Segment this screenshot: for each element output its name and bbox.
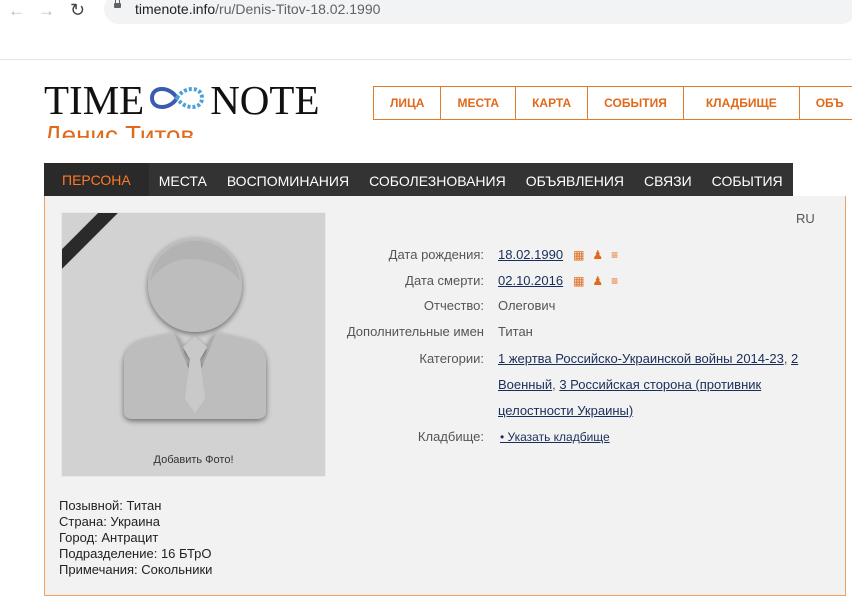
- set-cemetery-link[interactable]: • Указать кладбище: [500, 430, 610, 444]
- tab-places[interactable]: МЕСТА: [149, 163, 217, 196]
- tab-announcements[interactable]: ОБЪЯВЛЕНИЯ: [516, 163, 634, 196]
- top-menu-item-events[interactable]: СОБЫТИЯ: [588, 87, 684, 119]
- page-title: Денис Титов: [44, 122, 195, 138]
- lock-icon: [114, 0, 121, 8]
- cemetery-label: Кладбище:: [417, 429, 484, 444]
- top-menu-item-map[interactable]: КАРТА: [516, 87, 589, 119]
- bio-line: Примечания: Сокольники: [59, 562, 213, 577]
- add-photo-link[interactable]: Добавить Фото!: [62, 454, 325, 466]
- people-list-icon[interactable]: ♟≡: [592, 274, 626, 288]
- categories-list: 1 жертва Российско-Украинской войны 2014…: [498, 351, 799, 418]
- calendar-icon[interactable]: ▦: [573, 274, 592, 288]
- tab-person[interactable]: ПЕРСОНА: [44, 163, 149, 196]
- birth-date-link[interactable]: 18.02.1990: [498, 247, 563, 262]
- top-menu-item-cemetery[interactable]: КЛАДБИЩЕ: [684, 87, 800, 119]
- people-list-icon[interactable]: ♟≡: [592, 248, 626, 262]
- death-date-link[interactable]: 02.10.2016: [498, 273, 563, 288]
- top-menu-item-announcements[interactable]: ОБЪ: [800, 87, 852, 119]
- top-menu-item-places[interactable]: МЕСТА: [441, 87, 517, 119]
- bio-line: Подразделение: 16 БТрО: [59, 546, 212, 561]
- url-host: timenote.info: [135, 1, 216, 17]
- extra-names-label: Дополнительные имен: [346, 324, 484, 339]
- url-text[interactable]: timenote.info/ru/Denis-Titov-18.02.1990: [135, 1, 380, 17]
- tab-condolences[interactable]: СОБОЛЕЗНОВАНИЯ: [359, 163, 516, 196]
- language-indicator[interactable]: RU: [796, 211, 815, 226]
- site-logo[interactable]: TIME NOTE: [44, 78, 320, 122]
- back-arrow-icon[interactable]: ←: [8, 2, 25, 19]
- tab-memories[interactable]: ВОСПОМИНАНИЯ: [217, 163, 359, 196]
- profile-photo[interactable]: Добавить Фото!: [61, 212, 326, 477]
- bio-line: Город: Антрацит: [59, 530, 159, 545]
- bio-text: Позывной: Титан Страна: Украина Город: А…: [59, 498, 212, 578]
- url-path: /ru/Denis-Titov-18.02.1990: [215, 1, 381, 17]
- tab-events[interactable]: СОБЫТИЯ: [702, 163, 793, 196]
- patronymic-label: Отчество:: [423, 298, 484, 313]
- death-date-label: Дата смерти:: [405, 273, 484, 288]
- categories-label: Категории:: [419, 351, 484, 366]
- category-link[interactable]: 1 жертва Российско-Украинской войны 2014…: [498, 351, 784, 366]
- logo-text-right: NOTE: [210, 77, 320, 123]
- bio-line: Позывной: Титан: [59, 498, 162, 513]
- profile-tabs: ПЕРСОНА МЕСТА ВОСПОМИНАНИЯ СОБОЛЕЗНОВАНИ…: [44, 163, 793, 196]
- bio-line: Страна: Украина: [59, 514, 160, 529]
- extra-names-value: Титан: [498, 324, 533, 339]
- infinity-logo-icon: [150, 87, 205, 109]
- patronymic-value: Олегович: [498, 298, 556, 313]
- calendar-icon[interactable]: ▦: [573, 248, 592, 262]
- top-menu-item-faces[interactable]: ЛИЦА: [374, 87, 442, 119]
- person-placeholder-icon: [124, 238, 266, 419]
- top-menu: ЛИЦА МЕСТА КАРТА СОБЫТИЯ КЛАДБИЩЕ ОБЪ: [373, 86, 852, 120]
- tab-connections[interactable]: СВЯЗИ: [634, 163, 702, 196]
- birth-date-label: Дата рождения:: [388, 247, 484, 262]
- reload-icon[interactable]: ↻: [70, 1, 85, 19]
- forward-arrow-icon[interactable]: →: [38, 2, 55, 19]
- logo-text-left: TIME: [44, 77, 145, 123]
- header-divider: [0, 59, 852, 60]
- browser-toolbar: ← → ↻ timenote.info/ru/Denis-Titov-18.02…: [0, 0, 852, 40]
